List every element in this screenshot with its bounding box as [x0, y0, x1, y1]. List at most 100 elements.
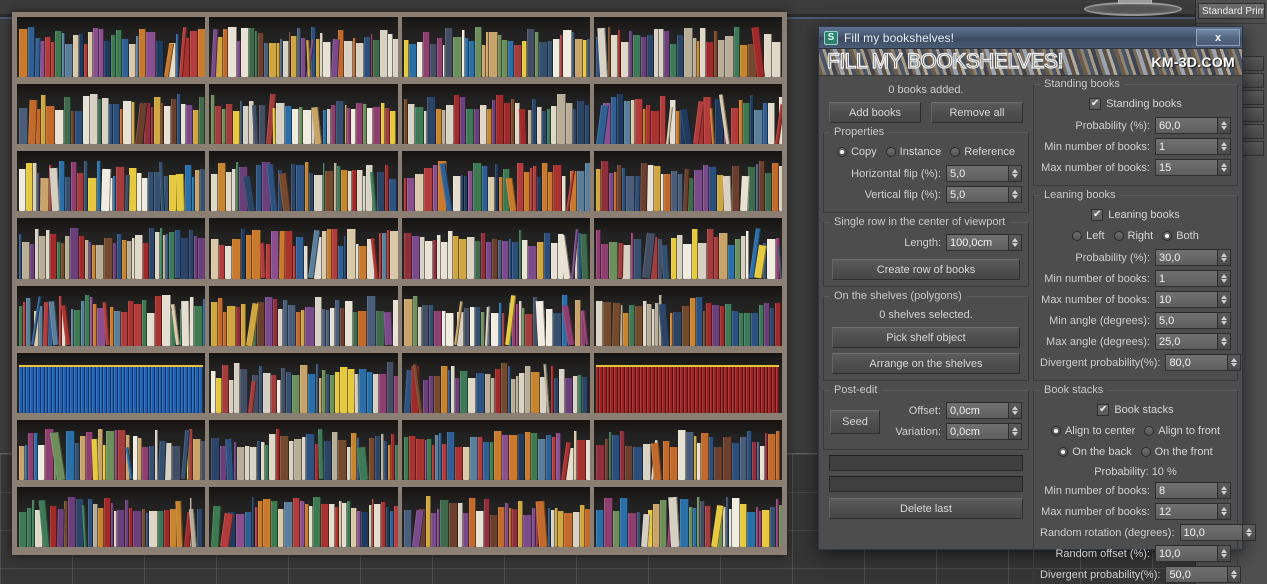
offset-value[interactable]: 0,0cm: [946, 402, 1009, 419]
bookcase-shelf[interactable]: [17, 285, 206, 349]
close-icon[interactable]: x: [1196, 29, 1240, 46]
bookcase-shelf[interactable]: [209, 218, 398, 282]
leaning-max-angle-value[interactable]: 25,0: [1155, 333, 1218, 350]
leaning-divergent-arrows[interactable]: [1228, 354, 1242, 371]
bookcase-shelf[interactable]: [593, 151, 782, 215]
variation-arrows[interactable]: [1009, 423, 1022, 440]
bookcase-shelf[interactable]: [17, 84, 206, 148]
radio-instance[interactable]: Instance: [885, 146, 941, 158]
leaning-min-angle-spinner[interactable]: 5,0: [1155, 312, 1231, 329]
horizontal-flip-arrows[interactable]: [1009, 165, 1022, 182]
stacks-rotation-value[interactable]: 10,0: [1179, 524, 1243, 541]
leaning-max-value[interactable]: 10: [1155, 291, 1218, 308]
leaning-probability-value[interactable]: 30,0: [1155, 249, 1218, 266]
vertical-flip-value[interactable]: 5,0: [946, 186, 1009, 203]
bookcase-shelf[interactable]: [17, 419, 206, 483]
leaning-divergent-value[interactable]: 80,0: [1165, 354, 1229, 371]
seed-button[interactable]: Seed: [830, 410, 880, 434]
bookcase-shelf[interactable]: [209, 352, 398, 416]
bookcase-shelf[interactable]: [401, 486, 590, 550]
bookcase-shelf[interactable]: [593, 285, 782, 349]
radio-lean-right[interactable]: Right: [1113, 230, 1153, 242]
radio-copy[interactable]: Copy: [836, 146, 877, 158]
delete-last-button[interactable]: Delete last: [829, 498, 1023, 519]
bookcase-shelf[interactable]: [593, 17, 782, 81]
bookcase-shelf[interactable]: [209, 285, 398, 349]
stacks-min-arrows[interactable]: [1218, 482, 1231, 499]
leaning-min-value[interactable]: 1: [1155, 270, 1218, 287]
leaning-probability-spinner[interactable]: 30,0: [1155, 249, 1231, 266]
radio-align-center[interactable]: Align to center: [1050, 425, 1135, 437]
radio-align-front[interactable]: Align to front: [1144, 425, 1220, 437]
leaning-max-angle-arrows[interactable]: [1218, 333, 1231, 350]
bookcase-shelf[interactable]: [401, 285, 590, 349]
radio-reference[interactable]: Reference: [950, 146, 1015, 158]
bookcase-shelf[interactable]: [17, 352, 206, 416]
stacks-rotation-arrows[interactable]: [1242, 524, 1256, 541]
stacks-offset-spinner[interactable]: 10,0: [1155, 545, 1231, 562]
radio-on-the-back[interactable]: On the back: [1058, 446, 1132, 458]
stacks-offset-arrows[interactable]: [1218, 545, 1231, 562]
standing-probability-spinner[interactable]: 60,0: [1155, 117, 1231, 134]
stacks-max-value[interactable]: 12: [1155, 503, 1218, 520]
stacks-divergent-value[interactable]: 50,0: [1165, 566, 1229, 583]
bookcase-shelf[interactable]: [593, 486, 782, 550]
book-stacks-checkbox[interactable]: [1097, 404, 1110, 416]
leaning-min-spinner[interactable]: 1: [1155, 270, 1231, 287]
vertical-flip-arrows[interactable]: [1009, 186, 1022, 203]
standing-max-value[interactable]: 15: [1155, 159, 1218, 176]
bookcase-shelf[interactable]: [401, 17, 590, 81]
leaning-books-checkbox[interactable]: [1091, 209, 1104, 221]
length-spinner[interactable]: 100,0cm: [946, 234, 1022, 251]
standing-min-arrows[interactable]: [1218, 138, 1231, 155]
standing-max-spinner[interactable]: 15: [1155, 159, 1231, 176]
radio-lean-left[interactable]: Left: [1072, 230, 1105, 242]
stacks-min-value[interactable]: 8: [1155, 482, 1218, 499]
bookcase-shelf[interactable]: [209, 419, 398, 483]
stacks-offset-value[interactable]: 10,0: [1155, 545, 1218, 562]
book-stacks-checkbox-row[interactable]: Book stacks: [1040, 401, 1231, 419]
leaning-max-arrows[interactable]: [1218, 291, 1231, 308]
bookcase-shelf[interactable]: [17, 218, 206, 282]
offset-spinner[interactable]: 0,0cm: [946, 402, 1022, 419]
leaning-max-angle-spinner[interactable]: 25,0: [1155, 333, 1231, 350]
bookcase-shelf[interactable]: [593, 419, 782, 483]
bookcase-shelf[interactable]: [593, 218, 782, 282]
stacks-rotation-spinner[interactable]: 10,0: [1179, 524, 1256, 541]
radio-on-the-front[interactable]: On the front: [1140, 446, 1213, 458]
length-value[interactable]: 100,0cm: [946, 234, 1009, 251]
standing-books-checkbox-row[interactable]: Standing books: [1040, 95, 1231, 113]
remove-all-button[interactable]: Remove all: [931, 102, 1023, 123]
stacks-divergent-spinner[interactable]: 50,0: [1165, 566, 1242, 583]
offset-arrows[interactable]: [1009, 402, 1022, 419]
add-books-button[interactable]: Add books: [829, 102, 921, 123]
vertical-flip-spinner[interactable]: 5,0: [946, 186, 1022, 203]
arrange-on-shelves-button[interactable]: Arrange on the shelves: [832, 353, 1020, 374]
transform-gizmo[interactable]: [1078, 0, 1188, 20]
bookcase-shelf[interactable]: [401, 352, 590, 416]
horizontal-flip-spinner[interactable]: 5,0: [946, 165, 1022, 182]
fill-my-bookshelves-dialog[interactable]: S Fill my bookshelves! x FILL MY BOOKSHE…: [818, 26, 1256, 584]
bookcase-shelf[interactable]: [401, 84, 590, 148]
leaning-min-angle-value[interactable]: 5,0: [1155, 312, 1218, 329]
bookcase-shelf[interactable]: [401, 151, 590, 215]
leaning-probability-arrows[interactable]: [1218, 249, 1231, 266]
stacks-max-arrows[interactable]: [1218, 503, 1231, 520]
leaning-divergent-spinner[interactable]: 80,0: [1165, 354, 1242, 371]
bookcase-shelf[interactable]: [209, 486, 398, 550]
radio-lean-both[interactable]: Both: [1162, 230, 1199, 242]
variation-spinner[interactable]: 0,0cm: [946, 423, 1022, 440]
leaning-min-arrows[interactable]: [1218, 270, 1231, 287]
standing-min-spinner[interactable]: 1: [1155, 138, 1231, 155]
bookcase-shelf[interactable]: [209, 84, 398, 148]
dialog-titlebar[interactable]: S Fill my bookshelves! x: [819, 27, 1242, 49]
bookcase-shelf[interactable]: [209, 17, 398, 81]
variation-value[interactable]: 0,0cm: [946, 423, 1009, 440]
bookcase-model[interactable]: [12, 12, 787, 555]
standing-min-value[interactable]: 1: [1155, 138, 1218, 155]
stacks-max-spinner[interactable]: 12: [1155, 503, 1231, 520]
create-row-of-books-button[interactable]: Create row of books: [832, 259, 1020, 280]
length-arrows[interactable]: [1009, 234, 1022, 251]
bookcase-shelf[interactable]: [209, 151, 398, 215]
standing-max-arrows[interactable]: [1218, 159, 1231, 176]
